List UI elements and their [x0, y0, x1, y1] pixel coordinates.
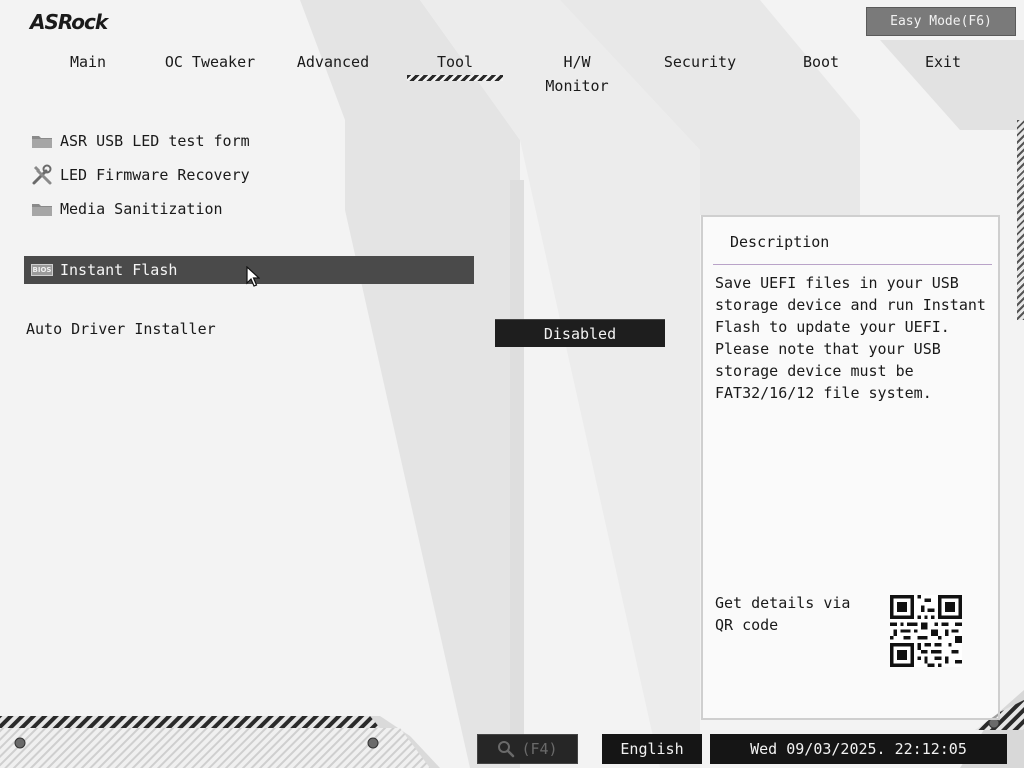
tab-oc-tweaker[interactable]: OC Tweaker	[160, 50, 260, 74]
scroll-indicator	[1017, 120, 1024, 320]
menu-item-media-sanitization[interactable]: Media Sanitization	[30, 195, 470, 223]
description-body: Save UEFI files in your USB storage devi…	[715, 274, 986, 402]
tab-tool-label: Tool	[436, 53, 474, 71]
folder-icon	[30, 131, 54, 151]
menu-item-label: LED Firmware Recovery	[60, 166, 250, 184]
description-divider	[713, 264, 992, 265]
tools-icon	[30, 164, 54, 185]
mouse-cursor-icon	[246, 266, 260, 287]
folder-icon	[30, 199, 54, 219]
auto-driver-installer-select[interactable]: Disabled	[495, 319, 665, 347]
bios-chip-icon: BIOS	[31, 264, 53, 276]
search-shortcut-label: (F4)	[521, 740, 558, 758]
menu-item-label: Media Sanitization	[60, 200, 223, 218]
tab-exit[interactable]: Exit	[908, 50, 978, 74]
description-title: Description	[730, 233, 830, 251]
date-time-display: Wed 09/03/2025. 22:12:05	[710, 734, 1007, 764]
auto-driver-installer-label: Auto Driver Installer	[26, 320, 216, 338]
description-panel: Description Save UEFI files in your USB …	[701, 215, 1000, 720]
tab-tool[interactable]: Tool	[407, 50, 503, 81]
search-icon	[498, 741, 515, 758]
menu-item-label: Instant Flash	[60, 261, 178, 279]
qr-code-icon	[890, 595, 962, 667]
menu-item-asr-usb-led-test-form[interactable]: ASR USB LED test form	[30, 127, 470, 155]
tab-main[interactable]: Main	[48, 50, 128, 74]
main-tabs: Main OC Tweaker Advanced Tool H/W Monito…	[0, 50, 1024, 95]
menu-item-led-firmware-recovery[interactable]: LED Firmware Recovery	[30, 161, 470, 189]
tab-advanced[interactable]: Advanced	[287, 50, 379, 74]
tab-security[interactable]: Security	[655, 50, 745, 74]
tab-hw-monitor[interactable]: H/W Monitor	[528, 50, 626, 95]
active-tab-indicator	[407, 75, 503, 81]
language-button[interactable]: English	[602, 734, 702, 764]
easy-mode-button[interactable]: Easy Mode(F6)	[866, 7, 1016, 36]
menu-item-label: ASR USB LED test form	[60, 132, 250, 150]
asrock-logo: ASRock	[30, 10, 108, 34]
tab-boot[interactable]: Boot	[786, 50, 856, 74]
qr-caption: Get details via QR code	[715, 594, 851, 634]
search-button[interactable]: (F4)	[477, 734, 578, 764]
